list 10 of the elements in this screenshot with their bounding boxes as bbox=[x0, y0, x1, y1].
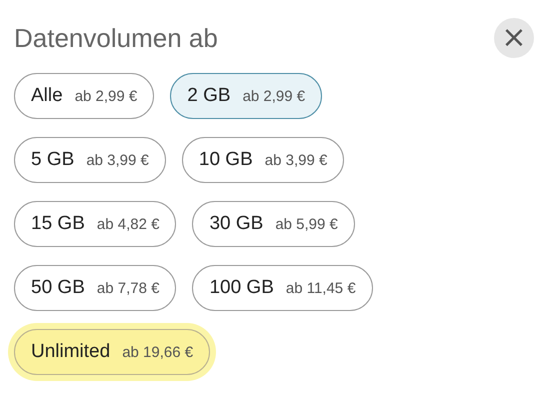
close-button[interactable]: × bbox=[494, 18, 534, 58]
data-volume-chip[interactable]: 50 GB ab 7,78 € bbox=[14, 265, 176, 311]
data-volume-chip[interactable]: 15 GB ab 4,82 € bbox=[14, 201, 176, 247]
data-volume-chip[interactable]: Alle ab 2,99 € bbox=[14, 73, 154, 119]
sheet-title: Datenvolumen ab bbox=[14, 22, 218, 54]
data-volume-chip[interactable]: 2 GB ab 2,99 € bbox=[170, 73, 322, 119]
data-volume-chip[interactable]: 10 GB ab 3,99 € bbox=[182, 137, 344, 183]
data-volume-chip[interactable]: 5 GB ab 3,99 € bbox=[14, 137, 166, 183]
data-volume-chip[interactable]: 100 GB ab 11,45 € bbox=[192, 265, 373, 311]
data-volume-chip[interactable]: 30 GB ab 5,99 € bbox=[192, 201, 355, 247]
